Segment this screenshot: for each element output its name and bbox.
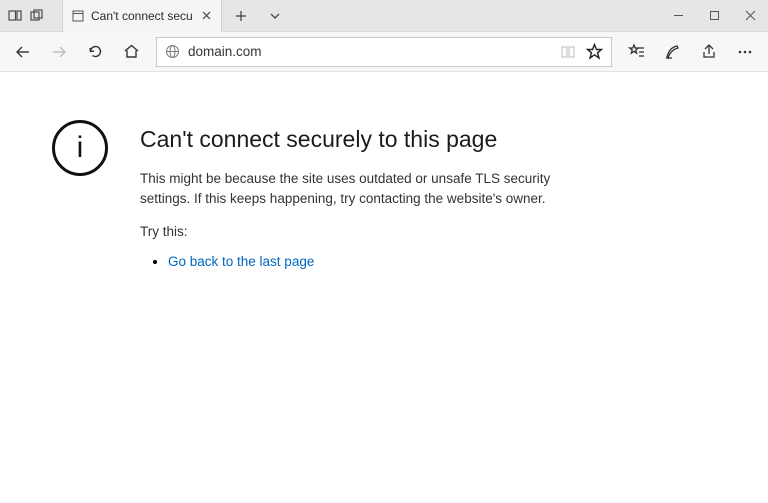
go-back-link[interactable]: Go back to the last page: [168, 254, 314, 269]
favorite-star-icon[interactable]: [586, 43, 603, 60]
try-this-label: Try this:: [140, 224, 600, 239]
globe-icon: [165, 44, 180, 59]
browser-tab[interactable]: Can't connect securely t: [62, 0, 222, 32]
favorites-list-button[interactable]: [620, 36, 654, 68]
more-button[interactable]: [728, 36, 762, 68]
window-controls: [660, 0, 768, 32]
url-text: domain.com: [188, 44, 552, 59]
page-icon: [71, 9, 85, 23]
refresh-button[interactable]: [78, 36, 112, 68]
new-tab-button[interactable]: [226, 0, 256, 32]
share-button[interactable]: [692, 36, 726, 68]
info-icon-column: i: [40, 120, 120, 271]
reading-view-icon[interactable]: [560, 44, 576, 60]
try-list: Go back to the last page: [140, 253, 600, 271]
maximize-button[interactable]: [696, 0, 732, 32]
tab-title: Can't connect securely t: [91, 9, 193, 23]
error-title: Can't connect securely to this page: [140, 126, 600, 153]
info-glyph: i: [77, 133, 84, 163]
tab-preview-button[interactable]: [260, 0, 290, 32]
address-bar-container: domain.com: [156, 37, 612, 67]
tab-close-button[interactable]: [199, 9, 213, 23]
info-icon: i: [52, 120, 108, 176]
show-tabs-button[interactable]: [28, 7, 46, 25]
list-item: Go back to the last page: [168, 253, 600, 271]
home-button[interactable]: [114, 36, 148, 68]
toolbar: domain.com: [0, 32, 768, 72]
close-window-button[interactable]: [732, 0, 768, 32]
back-button[interactable]: [6, 36, 40, 68]
titlebar: Can't connect securely t: [0, 0, 768, 32]
notes-button[interactable]: [656, 36, 690, 68]
error-body: This might be because the site uses outd…: [140, 169, 600, 208]
forward-button[interactable]: [42, 36, 76, 68]
set-aside-tabs-button[interactable]: [6, 7, 24, 25]
address-bar[interactable]: domain.com: [156, 37, 612, 67]
titlebar-left: Can't connect securely t: [0, 0, 290, 32]
error-message-column: Can't connect securely to this page This…: [140, 120, 600, 271]
minimize-button[interactable]: [660, 0, 696, 32]
error-page: i Can't connect securely to this page Th…: [0, 72, 768, 271]
address-bar-actions: [560, 43, 603, 60]
